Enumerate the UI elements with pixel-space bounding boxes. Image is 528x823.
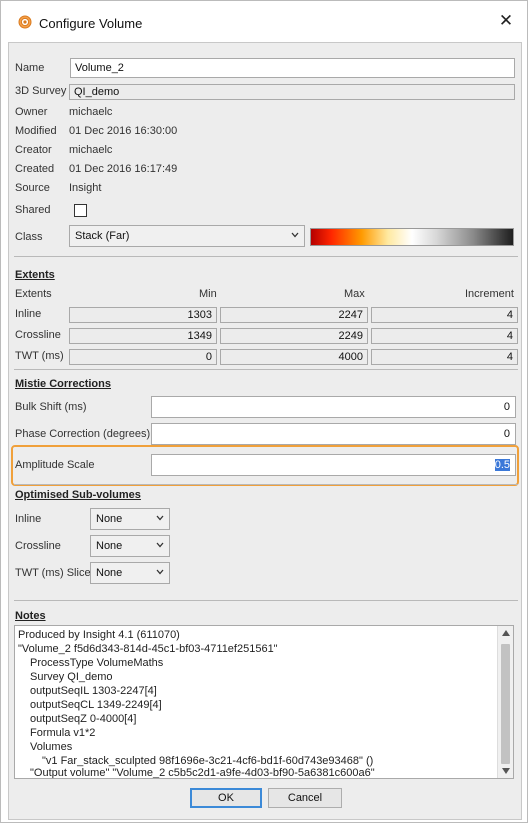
scroll-down-icon[interactable] <box>501 767 511 775</box>
notes-line: "Volume_2 f5d6d343-814d-45c1-bf03-4711ef… <box>18 643 278 655</box>
volume-gear-icon <box>18 15 32 29</box>
twt-slice-value: None <box>96 567 123 579</box>
notes-line: Volumes <box>30 741 73 753</box>
twt-slice-select[interactable]: None <box>90 562 170 584</box>
phase-correction-label: Phase Correction (degrees) <box>15 428 151 440</box>
class-select[interactable]: Stack (Far) <box>69 225 305 247</box>
class-select-value: Stack (Far) <box>75 230 130 242</box>
notes-line: ProcessType VolumeMaths <box>30 657 164 669</box>
colormap-preview[interactable] <box>310 228 514 246</box>
owner-value: michaelc <box>69 106 113 118</box>
bulk-shift-field[interactable]: 0 <box>151 396 516 418</box>
divider <box>14 256 518 257</box>
notes-line: "v1 Far_stack_sculpted 98f1696e-3c21-4cf… <box>42 755 374 767</box>
name-label: Name <box>15 62 45 74</box>
inline-sub-select[interactable]: None <box>90 508 170 530</box>
extents-title: Extents <box>15 269 55 281</box>
owner-label: Owner <box>15 106 48 118</box>
notes-title: Notes <box>15 610 46 622</box>
twt-slice-label: TWT (ms) Slice <box>15 567 91 579</box>
shared-label: Shared <box>15 204 51 216</box>
survey-label: 3D Survey <box>15 85 67 97</box>
chevron-down-icon <box>156 569 164 575</box>
notes-scrollbar[interactable] <box>497 626 513 778</box>
created-label: Created <box>15 163 55 175</box>
crossline-sub-select[interactable]: None <box>90 535 170 557</box>
class-label: Class <box>15 231 43 243</box>
notes-line: outputSeqZ 0-4000[4] <box>30 713 137 725</box>
created-value: 01 Dec 2016 16:17:49 <box>69 163 178 175</box>
creator-value: michaelc <box>69 144 113 156</box>
name-field[interactable]: Volume_2 <box>70 58 515 78</box>
shared-checkbox[interactable] <box>74 204 87 217</box>
chevron-down-icon <box>156 542 164 548</box>
twt-extent-label: TWT (ms) <box>15 350 64 362</box>
cancel-button[interactable]: Cancel <box>268 788 342 808</box>
inline-min: 1303 <box>69 307 217 323</box>
chevron-down-icon <box>156 515 164 521</box>
inline-extent-label: Inline <box>15 308 42 320</box>
inline-max: 2247 <box>220 307 368 323</box>
notes-line: Survey QI_demo <box>30 671 113 683</box>
notes-line: Formula v1*2 <box>30 727 96 739</box>
increment-header: Increment <box>465 288 514 300</box>
notes-line: Produced by Insight 4.1 (611070) <box>18 629 180 641</box>
min-header: Min <box>199 288 217 300</box>
crossline-sub-value: None <box>96 540 123 552</box>
amplitude-scale-field[interactable]: 0.5 <box>151 454 516 476</box>
creator-label: Creator <box>15 144 52 156</box>
modified-label: Modified <box>15 125 57 137</box>
survey-field: QI_demo <box>69 84 515 100</box>
scroll-thumb[interactable] <box>501 644 510 764</box>
divider <box>14 484 518 485</box>
subvolumes-title: Optimised Sub-volumes <box>15 489 141 501</box>
amplitude-scale-value: 0.5 <box>494 459 510 471</box>
divider <box>14 600 518 601</box>
crossline-extent-label: Crossline <box>15 329 61 341</box>
source-value: Insight <box>69 182 102 194</box>
ok-button[interactable]: OK <box>190 788 262 808</box>
bulk-shift-label: Bulk Shift (ms) <box>15 401 87 413</box>
twt-max: 4000 <box>220 349 368 365</box>
twt-increment: 4 <box>371 349 518 365</box>
configure-volume-dialog: Configure Volume ✕ Name Volume_2 3D Surv… <box>0 0 528 823</box>
scroll-up-icon[interactable] <box>501 629 511 637</box>
crossline-min: 1349 <box>69 328 217 344</box>
notes-line: "Output volume" "Volume_2 c5b5c2d1-a9fe-… <box>30 767 375 779</box>
twt-min: 0 <box>69 349 217 365</box>
notes-line: outputSeqIL 1303-2247[4] <box>30 685 157 697</box>
inline-sub-value: None <box>96 513 123 525</box>
divider <box>14 369 518 370</box>
max-header: Max <box>344 288 365 300</box>
source-label: Source <box>15 182 50 194</box>
title-bar[interactable]: Configure Volume ✕ <box>1 1 527 41</box>
crossline-max: 2249 <box>220 328 368 344</box>
amplitude-scale-label: Amplitude Scale <box>15 459 95 471</box>
extents-header: Extents <box>15 288 52 300</box>
mistie-title: Mistie Corrections <box>15 378 111 390</box>
inline-sub-label: Inline <box>15 513 42 525</box>
window-title: Configure Volume <box>39 16 143 31</box>
chevron-down-icon <box>291 232 299 238</box>
notes-line: outputSeqCL 1349-2249[4] <box>30 699 162 711</box>
notes-textarea[interactable]: Produced by Insight 4.1 (611070) "Volume… <box>14 625 514 779</box>
inline-increment: 4 <box>371 307 518 323</box>
crossline-sub-label: Crossline <box>15 540 61 552</box>
modified-value: 01 Dec 2016 16:30:00 <box>69 125 178 137</box>
crossline-increment: 4 <box>371 328 518 344</box>
phase-correction-field[interactable]: 0 <box>151 423 516 445</box>
dialog-content: Name Volume_2 3D Survey QI_demo Owner mi… <box>8 42 522 820</box>
close-icon[interactable]: ✕ <box>497 12 515 30</box>
